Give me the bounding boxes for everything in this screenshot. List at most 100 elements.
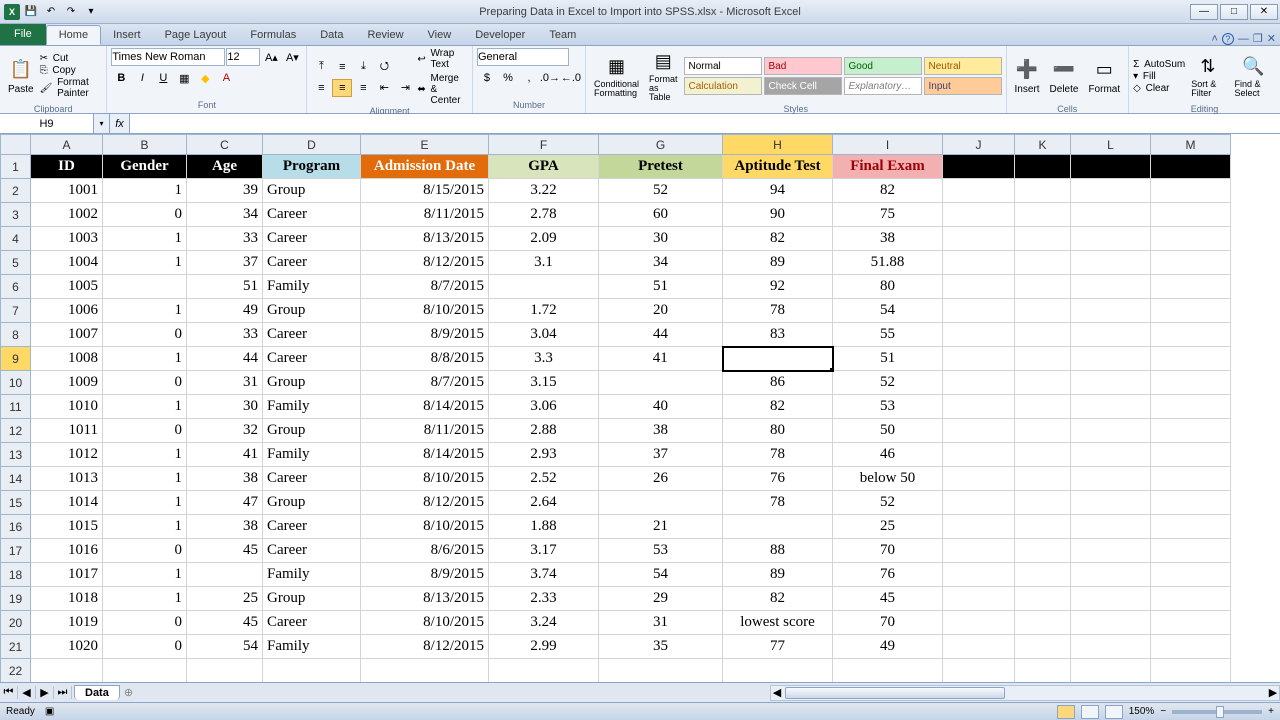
cell-J18[interactable] xyxy=(943,563,1015,587)
paste-button[interactable]: 📋 Paste xyxy=(4,48,38,104)
scroll-left-button[interactable]: ◀ xyxy=(771,686,783,699)
currency-button[interactable]: $ xyxy=(477,69,497,87)
cell-A15[interactable]: 1014 xyxy=(31,491,103,515)
cell-B11[interactable]: 1 xyxy=(103,395,187,419)
tab-page-layout[interactable]: Page Layout xyxy=(153,25,239,45)
cell-L2[interactable] xyxy=(1071,179,1151,203)
cell-I18[interactable]: 76 xyxy=(833,563,943,587)
cell-F1[interactable]: GPA xyxy=(489,155,599,179)
name-box-dropdown[interactable]: ▾ xyxy=(94,114,110,133)
cell-F8[interactable]: 3.04 xyxy=(489,323,599,347)
cell-E20[interactable]: 8/10/2015 xyxy=(361,611,489,635)
cell-M16[interactable] xyxy=(1151,515,1231,539)
cell-B5[interactable]: 1 xyxy=(103,251,187,275)
cell-A11[interactable]: 1010 xyxy=(31,395,103,419)
cell-I19[interactable]: 45 xyxy=(833,587,943,611)
cell-A13[interactable]: 1012 xyxy=(31,443,103,467)
cell-F9[interactable]: 3.3 xyxy=(489,347,599,371)
cell-E10[interactable]: 8/7/2015 xyxy=(361,371,489,395)
tab-home[interactable]: Home xyxy=(46,25,101,45)
cell-A14[interactable]: 1013 xyxy=(31,467,103,491)
cell-J13[interactable] xyxy=(943,443,1015,467)
cell-M18[interactable] xyxy=(1151,563,1231,587)
cell-G1[interactable]: Pretest xyxy=(599,155,723,179)
row-header-8[interactable]: 8 xyxy=(1,323,31,347)
cell-B13[interactable]: 1 xyxy=(103,443,187,467)
cell-C17[interactable]: 45 xyxy=(187,539,263,563)
row-header-13[interactable]: 13 xyxy=(1,443,31,467)
format-painter-button[interactable]: 🖌 Format Painter xyxy=(40,77,103,99)
cell-H18[interactable]: 89 xyxy=(723,563,833,587)
cell-J12[interactable] xyxy=(943,419,1015,443)
cell-D3[interactable]: Career xyxy=(263,203,361,227)
cell-H13[interactable]: 78 xyxy=(723,443,833,467)
qat-undo-icon[interactable]: ↶ xyxy=(42,3,60,21)
cell-L20[interactable] xyxy=(1071,611,1151,635)
row-header-22[interactable]: 22 xyxy=(1,659,31,683)
cell-H8[interactable]: 83 xyxy=(723,323,833,347)
cell-I3[interactable]: 75 xyxy=(833,203,943,227)
cell-M1[interactable] xyxy=(1151,155,1231,179)
cell-K20[interactable] xyxy=(1015,611,1071,635)
cell-L17[interactable] xyxy=(1071,539,1151,563)
cell-M22[interactable] xyxy=(1151,659,1231,683)
cell-L19[interactable] xyxy=(1071,587,1151,611)
cell-J14[interactable] xyxy=(943,467,1015,491)
column-header-K[interactable]: K xyxy=(1015,135,1071,155)
cell-L7[interactable] xyxy=(1071,299,1151,323)
cell-G14[interactable]: 26 xyxy=(599,467,723,491)
cell-I1[interactable]: Final Exam xyxy=(833,155,943,179)
page-layout-view-button[interactable] xyxy=(1081,705,1099,719)
cell-A17[interactable]: 1016 xyxy=(31,539,103,563)
qat-redo-icon[interactable]: ↷ xyxy=(62,3,80,21)
cell-K4[interactable] xyxy=(1015,227,1071,251)
wrap-text-button[interactable]: ↩ Wrap Text xyxy=(417,48,468,70)
cell-J11[interactable] xyxy=(943,395,1015,419)
cell-G6[interactable]: 51 xyxy=(599,275,723,299)
cell-F16[interactable]: 1.88 xyxy=(489,515,599,539)
column-header-L[interactable]: L xyxy=(1071,135,1151,155)
cell-A20[interactable]: 1019 xyxy=(31,611,103,635)
help-icon[interactable]: ? xyxy=(1222,33,1234,45)
tab-developer[interactable]: Developer xyxy=(463,25,537,45)
cell-G13[interactable]: 37 xyxy=(599,443,723,467)
sheet-tab-data[interactable]: Data xyxy=(74,685,120,700)
cell-A7[interactable]: 1006 xyxy=(31,299,103,323)
cell-E21[interactable]: 8/12/2015 xyxy=(361,635,489,659)
comma-button[interactable]: , xyxy=(519,69,539,87)
conditional-formatting-button[interactable]: ▦Conditional Formatting xyxy=(590,48,643,104)
cell-J20[interactable] xyxy=(943,611,1015,635)
clear-button[interactable]: ◇ Clear xyxy=(1133,83,1185,94)
cell-H10[interactable]: 86 xyxy=(723,371,833,395)
formula-input[interactable] xyxy=(130,114,1280,133)
cell-E7[interactable]: 8/10/2015 xyxy=(361,299,489,323)
cell-K16[interactable] xyxy=(1015,515,1071,539)
cell-L21[interactable] xyxy=(1071,635,1151,659)
cell-L9[interactable] xyxy=(1071,347,1151,371)
cell-H15[interactable]: 78 xyxy=(723,491,833,515)
cell-I17[interactable]: 70 xyxy=(833,539,943,563)
cell-B12[interactable]: 0 xyxy=(103,419,187,443)
cell-F21[interactable]: 2.99 xyxy=(489,635,599,659)
cell-H1[interactable]: Aptitude Test xyxy=(723,155,833,179)
cell-J9[interactable] xyxy=(943,347,1015,371)
row-header-15[interactable]: 15 xyxy=(1,491,31,515)
row-header-21[interactable]: 21 xyxy=(1,635,31,659)
cell-J3[interactable] xyxy=(943,203,1015,227)
cut-button[interactable]: ✂ Cut xyxy=(40,53,103,64)
cell-E22[interactable] xyxy=(361,659,489,683)
cell-G4[interactable]: 30 xyxy=(599,227,723,251)
cell-L15[interactable] xyxy=(1071,491,1151,515)
tab-insert[interactable]: Insert xyxy=(101,25,153,45)
cell-K13[interactable] xyxy=(1015,443,1071,467)
cell-G9[interactable]: 41 xyxy=(599,347,723,371)
cell-D5[interactable]: Career xyxy=(263,251,361,275)
cell-M8[interactable] xyxy=(1151,323,1231,347)
cell-L1[interactable] xyxy=(1071,155,1151,179)
cell-A21[interactable]: 1020 xyxy=(31,635,103,659)
cell-B16[interactable]: 1 xyxy=(103,515,187,539)
cell-M15[interactable] xyxy=(1151,491,1231,515)
cell-H9[interactable] xyxy=(723,347,833,371)
cell-F5[interactable]: 3.1 xyxy=(489,251,599,275)
font-size-select[interactable] xyxy=(226,48,260,66)
